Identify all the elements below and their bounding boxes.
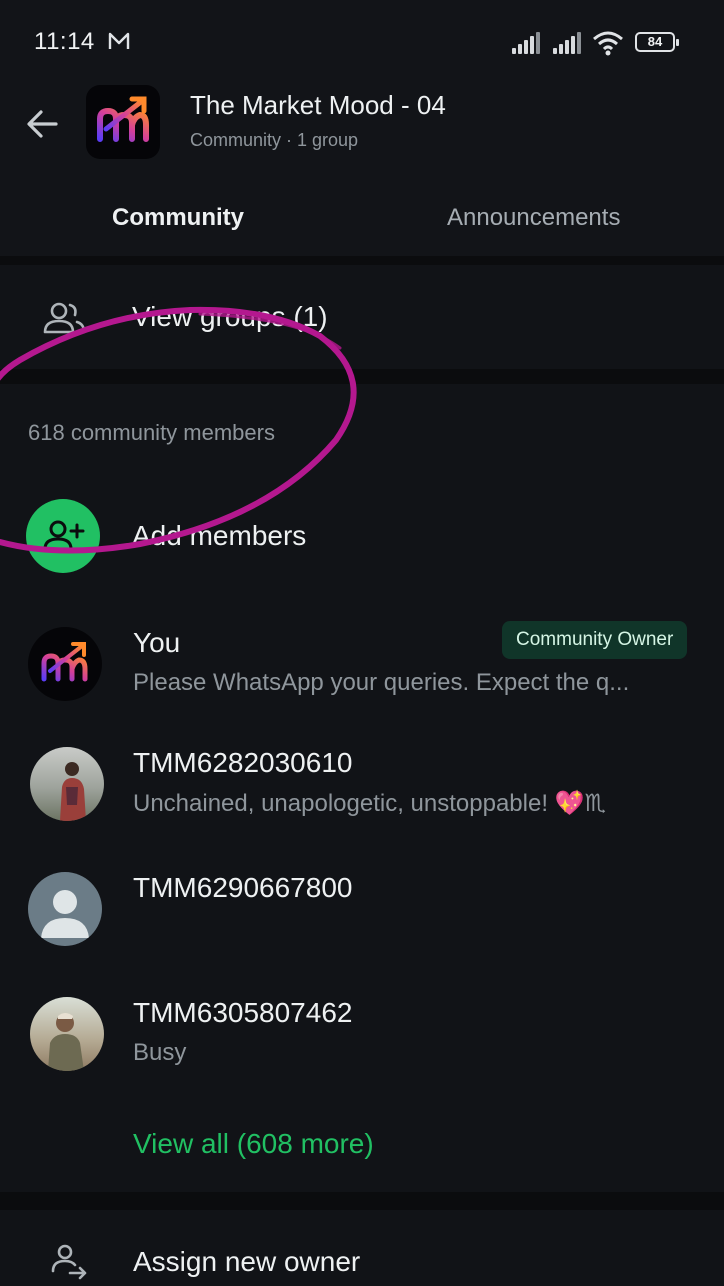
battery-level: 84	[647, 34, 663, 49]
default-avatar-icon	[28, 872, 102, 946]
members-count: 618 community members	[28, 420, 275, 445]
community-title[interactable]: The Market Mood - 04	[190, 90, 446, 121]
assign-new-owner-label: Assign new owner	[133, 1246, 361, 1277]
mail-icon	[108, 31, 130, 57]
member-row[interactable]: TMM6282030610 Unchained, unapologetic, u…	[0, 747, 724, 857]
tab-announcements[interactable]: Announcements	[447, 204, 620, 232]
view-groups-row[interactable]: View groups (1)	[0, 265, 724, 369]
community-subtitle: Community · 1 group	[190, 130, 359, 150]
member-row[interactable]: TMM6290667800	[0, 872, 724, 982]
view-all-members-link[interactable]: View all (608 more)	[133, 1128, 374, 1160]
member-name: TMM6282030610	[133, 747, 353, 778]
add-person-icon	[43, 520, 85, 551]
assign-new-owner-row[interactable]: Assign new owner	[0, 1210, 724, 1286]
members-section: 618 community members Add members You Co…	[0, 384, 724, 1192]
view-groups-label: View groups (1)	[132, 301, 328, 332]
signal-icon	[512, 30, 544, 54]
member-name: You	[133, 627, 181, 658]
groups-icon	[43, 302, 86, 334]
add-members-button[interactable]	[26, 499, 100, 573]
wifi-icon	[593, 31, 623, 56]
battery-icon: 84	[635, 32, 679, 52]
status-time: 11:14	[34, 28, 95, 55]
signal-icon	[553, 30, 585, 54]
member-name: TMM6290667800	[133, 872, 353, 903]
community-owner-badge: Community Owner	[502, 621, 688, 659]
member-name: TMM6305807462	[133, 997, 353, 1028]
member-row[interactable]: You Community Owner Please WhatsApp your…	[0, 621, 724, 737]
status-bar: 11:14 84	[0, 0, 724, 72]
member-status: Busy	[133, 1039, 187, 1066]
avatar	[30, 997, 104, 1071]
community-header: The Market Mood - 04 Community · 1 group…	[0, 72, 724, 256]
avatar	[30, 747, 104, 821]
add-members-label[interactable]: Add members	[132, 520, 306, 552]
back-arrow-icon[interactable]	[22, 104, 62, 144]
tab-community[interactable]: Community	[112, 204, 244, 232]
member-status: Unchained, unapologetic, unstoppable! 💖♏	[133, 790, 607, 817]
avatar	[28, 627, 102, 701]
member-row[interactable]: TMM6305807462 Busy	[0, 997, 724, 1107]
community-logo[interactable]	[86, 85, 160, 159]
assign-owner-icon	[51, 1244, 87, 1280]
member-status: Please WhatsApp your queries. Expect the…	[133, 669, 630, 696]
